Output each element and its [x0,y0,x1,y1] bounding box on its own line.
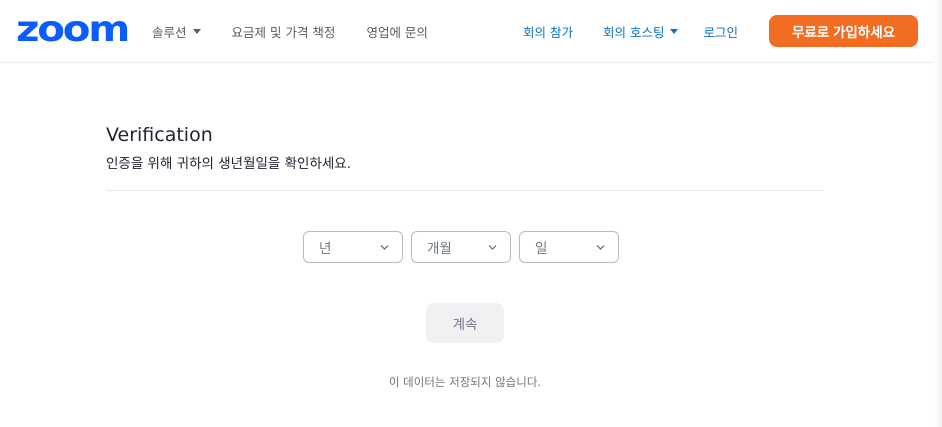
nav-item-label: 솔루션 [152,24,187,40]
nav-item-label: 요금제 및 가격 책정 [231,24,336,40]
page-subtitle: 인증을 위해 귀하의 생년월일을 확인하세요. [106,156,352,172]
top-navigation-bar: zoom 솔루션 요금제 및 가격 책정 영업에 문의 회의 참가 회의 호스팅 [0,0,934,63]
sign-up-label: 무료로 가입하세요 [791,25,896,40]
nav-item-label: 영업에 문의 [366,24,428,40]
day-select[interactable]: 일 [519,231,619,263]
caret-down-icon [192,29,201,34]
nav-item-plans-pricing[interactable]: 요금제 및 가격 책정 [232,22,336,41]
account-nav: 회의 참가 회의 호스팅 로그인 무료로 가입하세요 [523,0,918,62]
primary-nav: 솔루션 요금제 및 가격 책정 영업에 문의 [152,0,459,62]
page: zoom 솔루션 요금제 및 가격 책정 영업에 문의 회의 참가 회의 호스팅 [0,0,942,427]
chevron-down-icon [380,245,389,250]
sign-in-label: 로그인 [703,24,738,40]
chevron-down-icon [488,245,497,250]
chevron-down-icon [596,245,605,250]
nav-item-contact-sales[interactable]: 영업에 문의 [366,22,427,41]
join-meeting-link[interactable]: 회의 참가 [523,22,573,41]
page-title: Verification [106,124,213,146]
caret-down-icon [670,29,679,34]
birthdate-selects: 년 개월 일 [303,231,619,263]
zoom-logo[interactable]: zoom [16,12,128,44]
nav-item-solutions[interactable]: 솔루션 [152,22,201,41]
sign-in-link[interactable]: 로그인 [703,22,738,41]
month-select-placeholder: 개월 [427,241,452,257]
svg-text:zoom: zoom [16,12,128,44]
year-select[interactable]: 년 [303,231,403,263]
continue-label: 계속 [452,317,478,332]
day-select-placeholder: 일 [535,241,548,257]
host-meeting-label: 회의 호스팅 [603,24,665,40]
divider [106,190,824,191]
data-not-stored-note: 이 데이터는 저장되지 않습니다. [388,375,542,389]
continue-button[interactable]: 계속 [426,303,504,343]
host-meeting-link[interactable]: 회의 호스팅 [603,22,679,41]
sign-up-free-button[interactable]: 무료로 가입하세요 [769,15,918,47]
year-select-placeholder: 년 [319,241,332,257]
page-scrollbar[interactable] [934,0,942,427]
month-select[interactable]: 개월 [411,231,511,263]
join-meeting-label: 회의 참가 [523,24,573,40]
